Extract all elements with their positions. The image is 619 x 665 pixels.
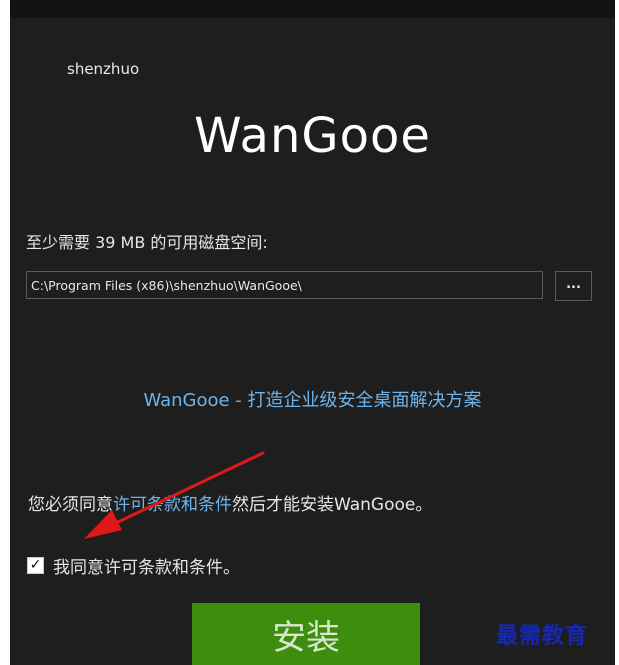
- checkmark-icon: ✓: [29, 557, 42, 573]
- title-bar: [10, 0, 615, 18]
- install-button[interactable]: 安装: [192, 603, 420, 665]
- app-title: WanGooe: [194, 108, 431, 164]
- install-path-input[interactable]: [26, 271, 543, 299]
- agreement-text: 您必须同意许可条款和条件然后才能安装WanGooe。: [28, 490, 432, 515]
- agree-checkbox[interactable]: ✓: [27, 557, 44, 574]
- agreement-suffix: 然后才能安装WanGooe。: [232, 495, 433, 515]
- disk-space-label: 至少需要 39 MB 的可用磁盘空间:: [26, 233, 268, 252]
- agree-checkbox-label[interactable]: 我同意许可条款和条件。: [53, 553, 240, 578]
- watermark-logo: 最需教育: [496, 623, 589, 649]
- installer-window: shenzhuo WanGooe 至少需要 39 MB 的可用磁盘空间: ...…: [10, 0, 615, 665]
- brand-name: shenzhuo: [67, 60, 140, 78]
- tagline: WanGooe - 打造企业级安全桌面解决方案: [143, 390, 482, 411]
- license-link[interactable]: 许可条款和条件: [113, 495, 232, 515]
- browse-button[interactable]: ...: [555, 271, 592, 301]
- agreement-prefix: 您必须同意: [28, 495, 113, 515]
